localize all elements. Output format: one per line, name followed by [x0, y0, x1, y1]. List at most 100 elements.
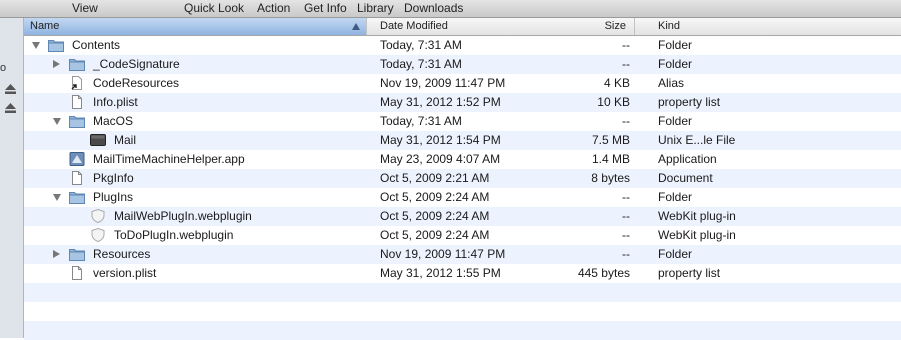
toolbar-quick-look[interactable]: Quick Look: [184, 1, 244, 15]
name-cell: Contents: [24, 36, 374, 55]
kind-cell: Unix E...le File: [658, 133, 736, 147]
name-cell: PkgInfo: [24, 169, 374, 188]
file-name: Mail: [114, 133, 137, 147]
file-name: MailTimeMachineHelper.app: [93, 152, 245, 166]
folder-icon: [69, 190, 85, 204]
sidebar: o: [0, 18, 24, 338]
toolbar-library[interactable]: Library: [357, 1, 394, 15]
document-icon: [69, 266, 85, 280]
name-cell: ToDoPlugIn.webplugin: [24, 226, 374, 245]
plugin-icon: [90, 227, 106, 243]
kind-cell: Alias: [658, 76, 685, 90]
size-cell: 7.5 MB: [591, 133, 630, 147]
column-kind-label: Kind: [658, 20, 681, 32]
size-cell: --: [622, 57, 630, 71]
file-name: MacOS: [93, 114, 134, 128]
disclosure-open-icon[interactable]: [32, 42, 40, 49]
table-row[interactable]: MacOS Today, 7:31 AM -- Folder: [24, 112, 901, 131]
size-cell: --: [622, 38, 630, 52]
column-kind-header[interactable]: Kind: [635, 18, 901, 35]
table-row[interactable]: ToDoPlugIn.webplugin Oct 5, 2009 2:24 AM -…: [24, 226, 901, 245]
name-cell: CodeResources: [24, 74, 374, 93]
empty-row: [24, 302, 901, 321]
table-row[interactable]: Info.plist May 31, 2012 1:52 PM 10 KB prope…: [24, 93, 901, 112]
toolbar-get-info[interactable]: Get Info: [304, 1, 347, 15]
file-name: Info.plist: [93, 95, 138, 109]
file-name: MailWebPlugIn.webplugin: [114, 209, 252, 223]
column-date-label: Date Modified: [380, 20, 448, 32]
name-cell: PlugIns: [24, 188, 374, 207]
kind-cell: Folder: [658, 190, 693, 204]
kind-cell: Folder: [658, 57, 693, 71]
size-cell: 445 bytes: [577, 266, 630, 280]
size-cell: 8 bytes: [591, 171, 630, 185]
disclosure-closed-icon[interactable]: [53, 250, 60, 258]
size-cell: --: [622, 228, 630, 242]
kind-cell: WebKit plug-in: [658, 228, 736, 242]
eject-icon[interactable]: [5, 103, 16, 113]
file-name: PlugIns: [93, 190, 134, 204]
folder-icon: [69, 247, 85, 261]
table-row[interactable]: version.plist May 31, 2012 1:55 PM 445 byt…: [24, 264, 901, 283]
file-name: version.plist: [93, 266, 157, 280]
disclosure-open-icon[interactable]: [53, 118, 61, 125]
kind-cell: Application: [658, 152, 717, 166]
disclosure-closed-icon[interactable]: [53, 60, 60, 68]
size-cell: 1.4 MB: [591, 152, 630, 166]
kind-cell: Document: [658, 171, 713, 185]
table-row[interactable]: PkgInfo Oct 5, 2009 2:21 AM 8 bytes Documen…: [24, 169, 901, 188]
name-cell: Mail: [24, 131, 374, 150]
size-cell: 4 KB: [603, 76, 630, 90]
column-header: Name Date Modified Size Kind: [24, 18, 901, 36]
table-row[interactable]: Mail May 31, 2012 1:54 PM 7.5 MB Unix E...l…: [24, 131, 901, 150]
table-row[interactable]: _CodeSignature Today, 7:31 AM -- Folder: [24, 55, 901, 74]
name-cell: Info.plist: [24, 93, 374, 112]
name-cell: MacOS: [24, 112, 374, 131]
application-icon: [69, 152, 85, 166]
name-cell: _CodeSignature: [24, 55, 374, 74]
file-name: Contents: [72, 38, 121, 52]
column-name-label: Name: [30, 20, 60, 32]
eject-icon[interactable]: [5, 84, 16, 94]
table-row[interactable]: PlugIns Oct 5, 2009 2:24 AM -- Folder: [24, 188, 901, 207]
plugin-icon: [90, 208, 106, 224]
kind-cell: Folder: [658, 38, 693, 52]
size-cell: 10 KB: [597, 95, 630, 109]
table-row[interactable]: Resources Nov 19, 2009 11:47 PM -- Folder: [24, 245, 901, 264]
empty-row: [24, 321, 901, 340]
size-cell: --: [622, 114, 630, 128]
toolbar-action[interactable]: Action: [257, 1, 290, 15]
kind-cell: Folder: [658, 114, 693, 128]
column-size-header[interactable]: Size: [550, 18, 635, 35]
name-cell: Resources: [24, 245, 374, 264]
folder-icon: [48, 38, 64, 52]
toolbar-downloads[interactable]: Downloads: [404, 1, 463, 15]
document-icon: [69, 171, 85, 185]
table-row[interactable]: MailTimeMachineHelper.app May 23, 2009 4:…: [24, 150, 901, 169]
folder-icon: [69, 114, 85, 128]
size-cell: --: [622, 190, 630, 204]
size-cell: --: [622, 209, 630, 223]
size-cell: --: [622, 247, 630, 261]
file-name: PkgInfo: [93, 171, 134, 185]
table-row[interactable]: MailWebPlugIn.webplugin Oct 5, 2009 2:24 …: [24, 207, 901, 226]
toolbar: View Quick Look Action Get Info Library …: [0, 0, 901, 18]
table-row[interactable]: Contents Today, 7:31 AM -- Folder: [24, 36, 901, 55]
file-name: CodeResources: [93, 76, 180, 90]
file-list: Contents Today, 7:31 AM -- Folder _CodeSigna…: [24, 36, 901, 340]
kind-cell: WebKit plug-in: [658, 209, 736, 223]
file-name: ToDoPlugIn.webplugin: [114, 228, 234, 242]
name-cell: version.plist: [24, 264, 374, 283]
column-name-header[interactable]: Name: [24, 18, 367, 35]
toolbar-view[interactable]: View: [72, 1, 98, 15]
document-icon: [69, 95, 85, 109]
kind-cell: property list: [658, 266, 721, 280]
file-name: Resources: [93, 247, 151, 261]
disclosure-open-icon[interactable]: [53, 194, 61, 201]
file-name: _CodeSignature: [93, 57, 180, 71]
name-cell: MailTimeMachineHelper.app: [24, 150, 374, 169]
table-row[interactable]: CodeResources Nov 19, 2009 11:47 PM 4 KB Al…: [24, 74, 901, 93]
empty-row: [24, 283, 901, 302]
alias-icon: [69, 76, 85, 90]
sidebar-partial-label[interactable]: o: [0, 62, 6, 74]
